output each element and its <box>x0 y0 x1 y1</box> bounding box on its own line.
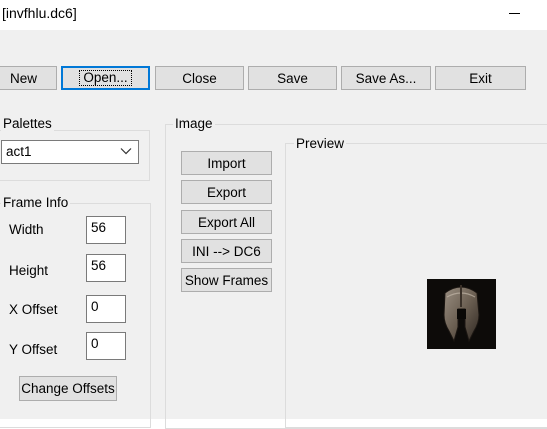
image-label: Image <box>173 116 215 132</box>
export-button[interactable]: Export <box>181 180 272 204</box>
show-frames-button-label: Show Frames <box>184 272 269 288</box>
height-label: Height <box>9 263 49 278</box>
yoffset-field[interactable]: 0 <box>86 332 126 360</box>
save-as-button-label: Save As... <box>355 70 417 86</box>
preview-label: Preview <box>294 136 347 152</box>
xoffset-field[interactable]: 0 <box>86 295 126 323</box>
save-button[interactable]: Save <box>248 66 337 90</box>
xoffset-field-value: 0 <box>91 299 99 314</box>
palette-select[interactable]: act1 <box>1 140 139 164</box>
minimize-icon <box>509 13 520 14</box>
show-frames-button[interactable]: Show Frames <box>181 268 272 292</box>
save-as-button[interactable]: Save As... <box>341 66 431 90</box>
frame-info-label: Frame Info <box>1 195 71 211</box>
chevron-down-icon <box>120 148 132 155</box>
ini-to-dc6-button-label: INI --> DC6 <box>192 243 261 259</box>
export-button-label: Export <box>206 184 247 200</box>
change-offsets-label: Change Offsets <box>21 381 115 396</box>
open-button[interactable]: Open... <box>61 66 150 90</box>
import-button-label: Import <box>207 155 246 171</box>
window-title: [invfhlu.dc6] <box>2 5 77 21</box>
width-field-value: 56 <box>91 220 107 235</box>
width-field[interactable]: 56 <box>86 216 126 244</box>
exit-button-label: Exit <box>469 70 492 86</box>
export-all-button-label: Export All <box>197 214 256 230</box>
new-button[interactable]: New <box>0 66 57 90</box>
helmet-icon <box>443 285 480 343</box>
height-field[interactable]: 56 <box>86 254 126 282</box>
minimize-button[interactable] <box>496 0 536 30</box>
height-field-value: 56 <box>91 258 107 273</box>
exit-button[interactable]: Exit <box>435 66 526 90</box>
xoffset-label: X Offset <box>9 302 58 317</box>
title-bar: [invfhlu.dc6] <box>0 0 547 30</box>
close-button[interactable]: Close <box>155 66 244 90</box>
close-button-label: Close <box>182 70 217 86</box>
open-button-label: Open... <box>79 70 132 86</box>
import-button[interactable]: Import <box>181 151 272 175</box>
palette-select-value: act1 <box>6 144 32 159</box>
preview-thumbnail <box>427 279 496 349</box>
palettes-label: Palettes <box>1 116 54 132</box>
preview-group <box>285 143 547 428</box>
change-offsets-button[interactable]: Change Offsets <box>19 376 117 401</box>
new-button-label: New <box>9 70 37 86</box>
export-all-button[interactable]: Export All <box>181 210 272 234</box>
yoffset-field-value: 0 <box>91 336 99 351</box>
ini-to-dc6-button[interactable]: INI --> DC6 <box>181 239 272 263</box>
width-label: Width <box>9 222 44 237</box>
save-button-label: Save <box>277 70 308 86</box>
yoffset-label: Y Offset <box>9 342 58 357</box>
